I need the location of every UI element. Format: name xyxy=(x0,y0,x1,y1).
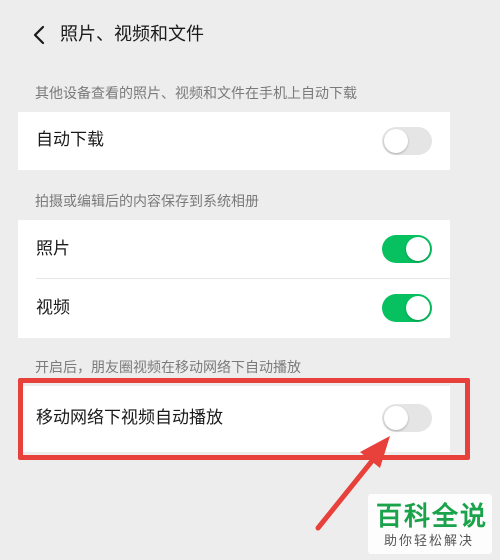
watermark-title: 百科全说 xyxy=(376,502,489,532)
back-chevron-icon[interactable] xyxy=(32,25,46,45)
video-row-label: 视频 xyxy=(36,298,70,318)
settings-screen: 照片、视频和文件 其他设备查看的照片、视频和文件在手机上自动下载 自动下载 拍摄… xyxy=(0,0,500,560)
save-to-album-group: 照片 视频 xyxy=(18,220,450,338)
video-save-toggle[interactable] xyxy=(382,294,432,322)
page-title: 照片、视频和文件 xyxy=(60,24,204,45)
section-label-autoplay: 开启后，朋友圈视频在移动网络下自动播放 xyxy=(35,360,301,376)
watermark-logo: 百科全说 助你轻松解决 xyxy=(368,494,492,554)
toggle-knob xyxy=(406,296,430,320)
toggle-knob xyxy=(384,129,408,153)
photo-save-toggle[interactable] xyxy=(382,235,432,263)
section-label-save-to-album: 拍摄或编辑后的内容保存到系统相册 xyxy=(35,194,259,210)
watermark-subtitle: 助你轻松解决 xyxy=(384,534,475,549)
auto-download-label: 自动下载 xyxy=(36,130,104,150)
section-label-auto-download: 其他设备查看的照片、视频和文件在手机上自动下载 xyxy=(35,86,357,102)
photo-row-label: 照片 xyxy=(36,239,70,259)
red-highlight-box xyxy=(18,378,470,460)
auto-download-row[interactable]: 自动下载 xyxy=(18,112,450,170)
row-divider xyxy=(36,278,450,279)
nav-bar: 照片、视频和文件 xyxy=(0,0,500,70)
toggle-knob xyxy=(406,237,430,261)
auto-download-toggle[interactable] xyxy=(382,127,432,155)
